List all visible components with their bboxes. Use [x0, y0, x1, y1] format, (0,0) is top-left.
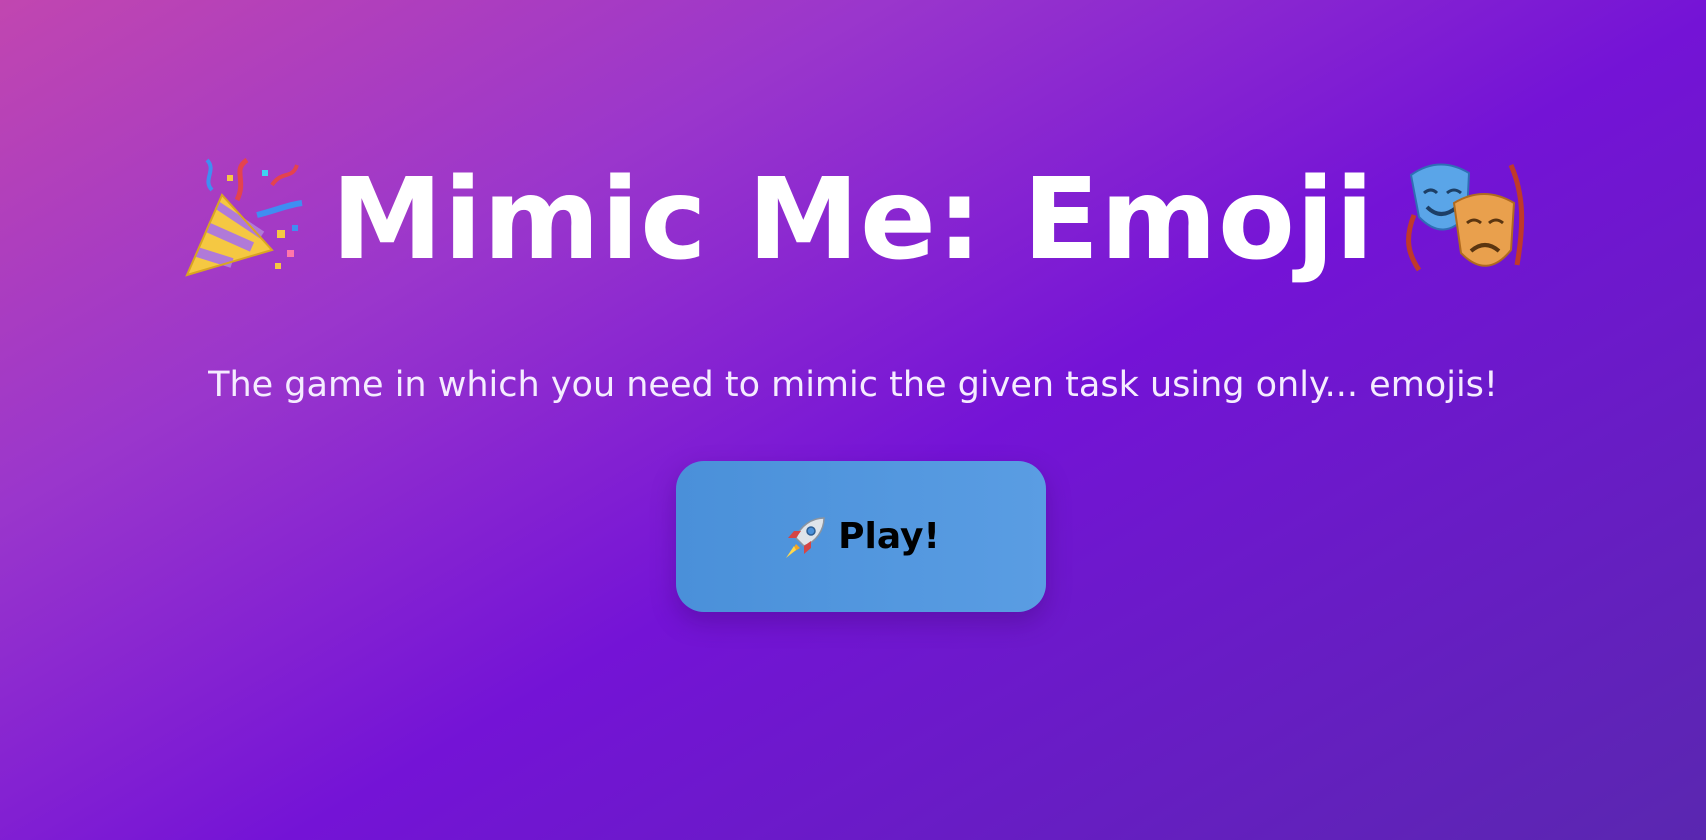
play-button-label: Play!	[838, 516, 940, 557]
play-button[interactable]: Play!	[676, 461, 1046, 612]
rocket-icon	[782, 514, 828, 560]
page-subtitle: The game in which you need to mimic the …	[208, 365, 1498, 405]
landing-screen: Mimic Me: Emoji The game in which you ne…	[0, 0, 1706, 840]
party-popper-icon	[177, 155, 307, 285]
title-row: Mimic Me: Emoji	[0, 150, 1706, 290]
performing-arts-icon	[1399, 155, 1529, 285]
page-title: Mimic Me: Emoji	[331, 155, 1375, 285]
